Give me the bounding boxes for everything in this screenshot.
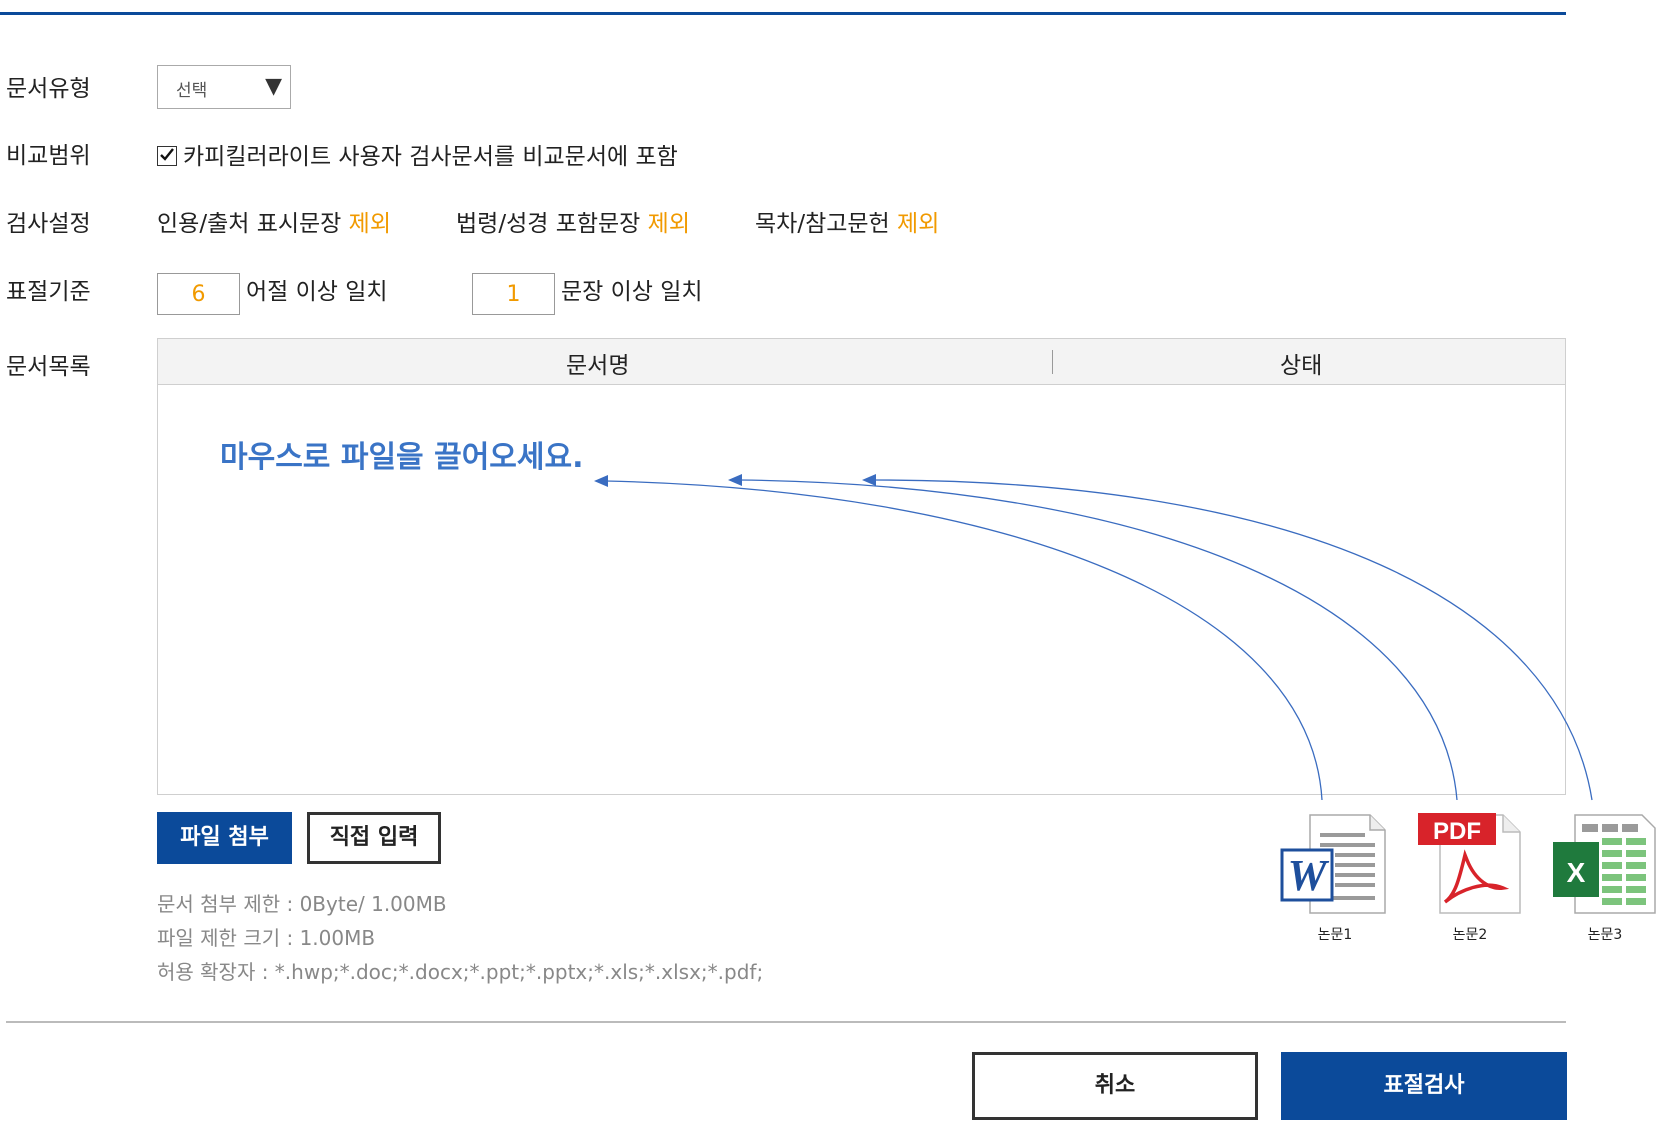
arrowhead-2 (728, 474, 742, 486)
file-item-1[interactable]: W 논문1 (1280, 810, 1390, 943)
svg-text:X: X (1567, 857, 1586, 888)
svg-text:W: W (1287, 851, 1329, 900)
pdf-file-icon: PDF (1418, 813, 1521, 914)
drag-arrow-2 (739, 479, 1458, 801)
file-name-3: 논문3 (1587, 927, 1623, 943)
allowed-ext-text: 허용 확장자 : *.hwp;*.doc;*.docx;*.ppt;*.pptx… (157, 960, 764, 984)
word-file-icon: W (1280, 814, 1386, 914)
plagiarism-check-button[interactable]: 표절검사 (1281, 1052, 1567, 1120)
svg-text:PDF: PDF (1433, 818, 1481, 845)
excel-file-icon: X (1553, 814, 1656, 914)
file-size-text: 파일 제한 크기 : 1.00MB (157, 926, 376, 950)
cancel-button[interactable]: 취소 (972, 1052, 1258, 1120)
file-item-3[interactable]: X 논문3 (1550, 810, 1660, 943)
file-name-1: 논문1 (1317, 927, 1353, 943)
file-item-2[interactable]: PDF 논문2 (1415, 810, 1525, 943)
arrowhead-3 (862, 474, 876, 486)
bottom-divider (6, 1021, 1566, 1023)
drag-arrow-1 (605, 480, 1323, 801)
direct-input-button[interactable]: 직접 입력 (307, 812, 441, 864)
attach-file-button[interactable]: 파일 첨부 (157, 812, 292, 864)
arrowhead-1 (594, 475, 608, 487)
attach-limit-text: 문서 첨부 제한 : 0Byte/ 1.00MB (157, 892, 447, 916)
file-name-2: 논문2 (1452, 927, 1488, 943)
